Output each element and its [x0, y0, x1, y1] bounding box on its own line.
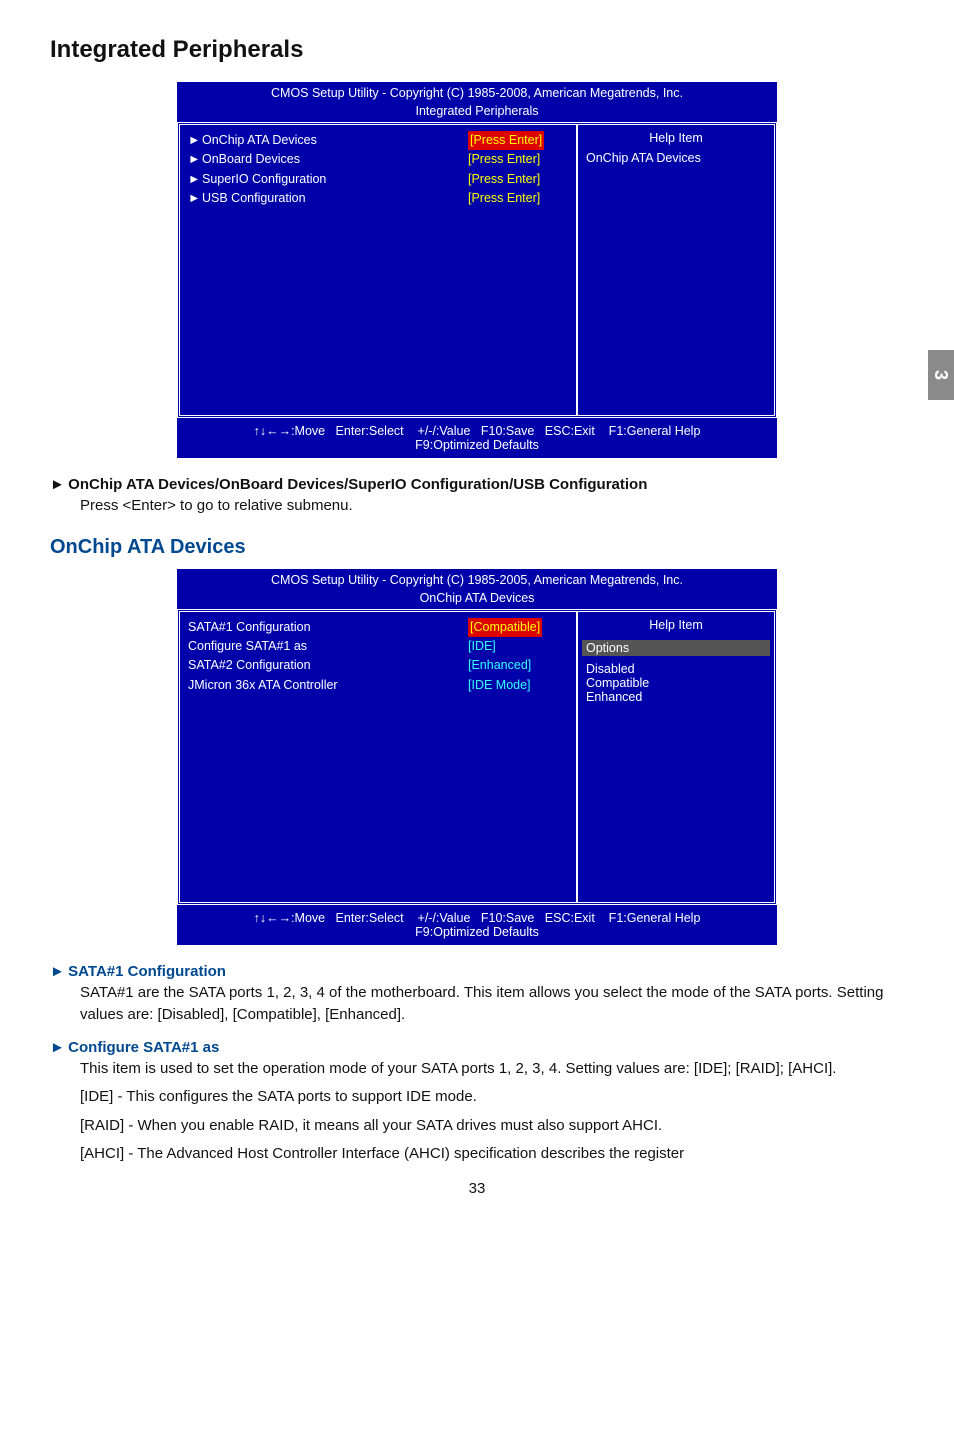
section2-item-heading-text: SATA#1 Configuration: [68, 963, 226, 980]
bios1-row: ► OnChip ATA Devices [Press Enter]: [188, 131, 568, 150]
page-number: 33: [50, 1180, 904, 1197]
bios1-row-value: [Press Enter]: [468, 189, 568, 208]
page-title: Integrated Peripherals: [50, 36, 904, 64]
bios1-title: CMOS Setup Utility - Copyright (C) 1985-…: [177, 82, 777, 104]
bios2-row: Configure SATA#1 as [IDE]: [188, 637, 568, 656]
bios2-title: CMOS Setup Utility - Copyright (C) 1985-…: [177, 569, 777, 591]
section2-item-extra: [RAID] - When you enable RAID, it means …: [80, 1115, 904, 1138]
bios2-subtitle: OnChip ATA Devices: [177, 591, 777, 609]
bios2-option: Compatible: [586, 676, 766, 690]
bios1-row: ► USB Configuration [Press Enter]: [188, 189, 568, 208]
bios2-left-panel: SATA#1 Configuration [Compatible] Config…: [180, 612, 576, 902]
section2-item-extra: [AHCI] - The Advanced Host Controller In…: [80, 1143, 904, 1166]
bios1-row-label: SuperIO Configuration: [202, 170, 468, 189]
bios1-subtitle: Integrated Peripherals: [177, 104, 777, 122]
bios1-row-value: [Press Enter]: [468, 131, 568, 150]
bios1-row-label: OnBoard Devices: [202, 150, 468, 169]
bios2-row-label: JMicron 36x ATA Controller: [188, 676, 468, 695]
bios1-help-title: Help Item: [586, 131, 766, 145]
section1-heading-text: OnChip ATA Devices/OnBoard Devices/Super…: [68, 476, 647, 493]
section2-item-heading-text: Configure SATA#1 as: [68, 1039, 219, 1056]
bios2-row-value: [IDE]: [468, 637, 568, 656]
bios2-row-label: SATA#2 Configuration: [188, 656, 468, 675]
chevron-right-icon: ►: [188, 150, 202, 169]
bios2-row-value: [IDE Mode]: [468, 676, 568, 695]
bios1-row-value: [Press Enter]: [468, 150, 568, 169]
section2-item-heading: ► Configure SATA#1 as: [50, 1039, 904, 1056]
bios1-left-panel: ► OnChip ATA Devices [Press Enter] ► OnB…: [180, 125, 576, 415]
bios2-row: SATA#1 Configuration [Compatible]: [188, 618, 568, 637]
chevron-right-icon: ►: [50, 963, 64, 980]
section2-item-extra: [IDE] - This configures the SATA ports t…: [80, 1086, 904, 1109]
section2-item-heading: ► SATA#1 Configuration: [50, 963, 904, 980]
bios2-help-panel: Help Item Options Disabled Compatible En…: [576, 612, 774, 902]
bios2-row-label: SATA#1 Configuration: [188, 618, 468, 637]
bios2-row-label: Configure SATA#1 as: [188, 637, 468, 656]
subheading-onchip-ata: OnChip ATA Devices: [50, 536, 904, 559]
chevron-right-icon: ►: [50, 476, 64, 493]
page-tab: 3: [928, 350, 954, 400]
bios1-row: ► SuperIO Configuration [Press Enter]: [188, 170, 568, 189]
bios2-options-header: Options: [582, 640, 770, 656]
bios1-footer: ↑↓←→:Move Enter:Select +/-/:Value F10:Sa…: [177, 418, 777, 458]
bios2-help-title: Help Item: [586, 618, 766, 632]
bios1-row-label: USB Configuration: [202, 189, 468, 208]
chevron-right-icon: ►: [188, 170, 202, 189]
bios1-help-panel: Help Item OnChip ATA Devices: [576, 125, 774, 415]
bios2-option: Enhanced: [586, 690, 766, 704]
bios2-option: Disabled: [586, 662, 766, 676]
section2-item-body: SATA#1 are the SATA ports 1, 2, 3, 4 of …: [80, 982, 904, 1027]
section1-heading: ► OnChip ATA Devices/OnBoard Devices/Sup…: [50, 476, 904, 493]
bios2-row: SATA#2 Configuration [Enhanced]: [188, 656, 568, 675]
section2-item-body: This item is used to set the operation m…: [80, 1058, 904, 1081]
bios-screenshot-2: CMOS Setup Utility - Copyright (C) 1985-…: [177, 569, 777, 945]
bios1-row-value: [Press Enter]: [468, 170, 568, 189]
bios2-footer: ↑↓←→:Move Enter:Select +/-/:Value F10:Sa…: [177, 905, 777, 945]
bios2-row: JMicron 36x ATA Controller [IDE Mode]: [188, 676, 568, 695]
bios1-row-label: OnChip ATA Devices: [202, 131, 468, 150]
bios1-row: ► OnBoard Devices [Press Enter]: [188, 150, 568, 169]
bios2-row-value: [Compatible]: [468, 618, 568, 637]
chevron-right-icon: ►: [188, 131, 202, 150]
chevron-right-icon: ►: [50, 1039, 64, 1056]
bios1-help-body: OnChip ATA Devices: [586, 151, 766, 165]
bios2-row-value: [Enhanced]: [468, 656, 568, 675]
bios-screenshot-1: CMOS Setup Utility - Copyright (C) 1985-…: [177, 82, 777, 458]
chevron-right-icon: ►: [188, 189, 202, 208]
section1-body: Press <Enter> to go to relative submenu.: [80, 495, 904, 518]
